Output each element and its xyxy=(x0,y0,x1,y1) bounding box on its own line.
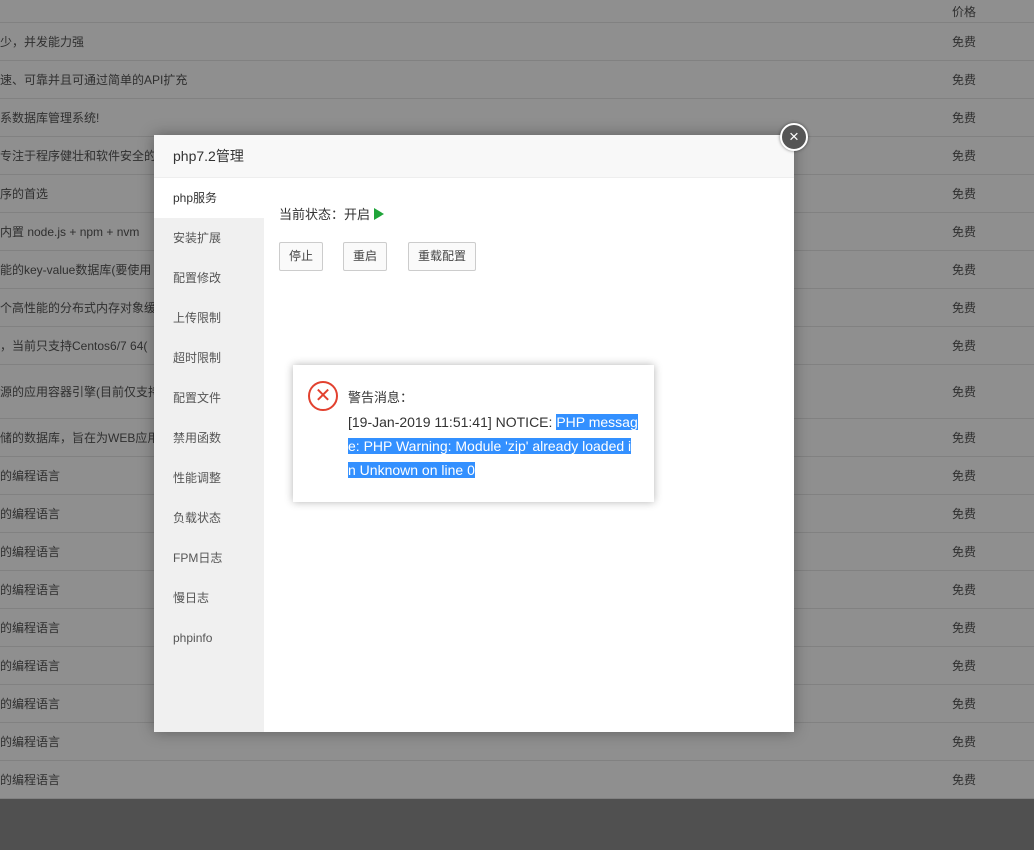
stop-button[interactable]: 停止 xyxy=(279,242,324,271)
close-icon[interactable]: × xyxy=(780,123,808,151)
sidebar-item-config-file[interactable]: 配置文件 xyxy=(154,378,264,418)
alert-message: [19-Jan-2019 11:51:41] NOTICE: PHP messa… xyxy=(348,410,638,482)
sidebar-item-config-modify[interactable]: 配置修改 xyxy=(154,258,264,298)
reload-config-button[interactable]: 重载配置 xyxy=(408,242,477,271)
sidebar-item-disabled-functions[interactable]: 禁用函数 xyxy=(154,418,264,458)
dialog-sidebar: php服务 安装扩展 配置修改 上传限制 超时限制 配置文件 禁用函数 性能调整… xyxy=(154,178,264,732)
sidebar-item-upload-limit[interactable]: 上传限制 xyxy=(154,298,264,338)
service-status: 当前状态： 开启 xyxy=(279,204,385,223)
sidebar-item-fpm-log[interactable]: FPM日志 xyxy=(154,538,264,578)
error-x-icon: ✕ xyxy=(308,381,338,411)
warning-alert: ✕ 警告消息： [19-Jan-2019 11:51:41] NOTICE: P… xyxy=(293,365,654,502)
play-icon xyxy=(374,207,385,220)
alert-title: 警告消息： xyxy=(348,390,414,405)
sidebar-item-timeout-limit[interactable]: 超时限制 xyxy=(154,338,264,378)
sidebar-item-php-service[interactable]: php服务 xyxy=(154,178,264,218)
dialog-title: php7.2管理 xyxy=(154,135,794,178)
sidebar-item-load-status[interactable]: 负载状态 xyxy=(154,498,264,538)
sidebar-item-slow-log[interactable]: 慢日志 xyxy=(154,578,264,618)
sidebar-item-phpinfo[interactable]: phpinfo xyxy=(154,618,264,658)
status-value: 开启 xyxy=(344,207,371,222)
sidebar-item-performance[interactable]: 性能调整 xyxy=(154,458,264,498)
status-label: 当前状态： xyxy=(279,207,345,222)
restart-button[interactable]: 重启 xyxy=(343,242,388,271)
alert-message-prefix: [19-Jan-2019 11:51:41] NOTICE: xyxy=(348,414,557,430)
sidebar-item-install-extension[interactable]: 安装扩展 xyxy=(154,218,264,258)
